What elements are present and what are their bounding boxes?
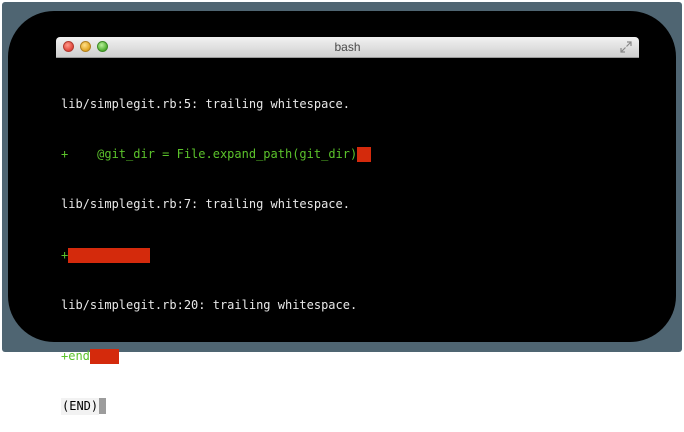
header-text: lib/simplegit.rb:20: trailing whitespace… <box>61 298 358 313</box>
diff-check-header: lib/simplegit.rb:20: trailing whitespace… <box>61 297 633 314</box>
diff-added-line: +end <box>61 348 633 365</box>
added-line-prefix: + <box>61 247 69 262</box>
header-text: lib/simplegit.rb:5: trailing whitespace. <box>61 96 350 111</box>
diff-check-header: lib/simplegit.rb:5: trailing whitespace. <box>61 96 633 113</box>
header-text: lib/simplegit.rb:7: trailing whitespace. <box>61 197 350 212</box>
added-line-text: end <box>68 348 90 363</box>
text-cursor <box>99 397 107 414</box>
diff-added-line: + <box>61 247 633 264</box>
pager-prompt-line: (END) <box>61 397 633 415</box>
trailing-whitespace-marker <box>89 348 119 364</box>
fullscreen-arrows-icon[interactable] <box>620 41 632 53</box>
diff-added-line: + @git_dir = File.expand_path(git_dir) <box>61 146 633 163</box>
trailing-whitespace-marker <box>68 247 151 263</box>
pager-end-prompt: (END) <box>61 397 100 415</box>
terminal-output: lib/simplegit.rb:5: trailing whitespace.… <box>61 62 633 432</box>
trailing-whitespace-marker <box>357 146 372 162</box>
window-title: bash <box>334 40 361 54</box>
diff-check-header: lib/simplegit.rb:7: trailing whitespace. <box>61 196 633 213</box>
window-titlebar[interactable]: bash <box>56 37 639 58</box>
added-line-text: @git_dir = File.expand_path(git_dir) <box>68 146 358 161</box>
